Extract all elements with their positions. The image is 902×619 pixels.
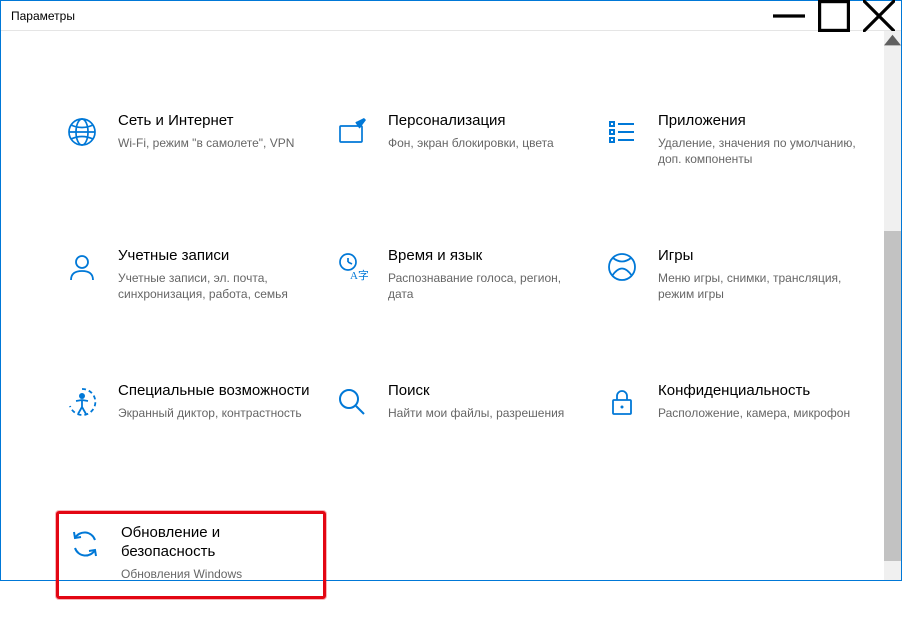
clock-language-icon: A字 bbox=[334, 249, 370, 285]
window-title: Параметры bbox=[11, 9, 75, 23]
tile-time-language[interactable]: A字 Время и язык Распознавание голоса, ре… bbox=[326, 241, 596, 321]
tile-desc: Распознавание голоса, регион, дата bbox=[388, 270, 586, 302]
tile-desc: Найти мои файлы, разрешения bbox=[388, 405, 586, 421]
sync-icon bbox=[67, 526, 103, 562]
tile-title: Обновление и безопасность bbox=[121, 524, 313, 562]
paint-icon bbox=[334, 114, 370, 150]
tile-desc: Меню игры, снимки, трансляция, режим игр… bbox=[658, 270, 856, 302]
tile-title: Приложения bbox=[658, 112, 856, 131]
lock-icon bbox=[604, 384, 640, 420]
tile-desc: Wi-Fi, режим "в самолете", VPN bbox=[118, 135, 316, 151]
tile-gaming[interactable]: Игры Меню игры, снимки, трансляция, режи… bbox=[596, 241, 866, 321]
tile-accounts[interactable]: Учетные записи Учетные записи, эл. почта… bbox=[56, 241, 326, 321]
accessibility-icon bbox=[64, 384, 100, 420]
tile-title: Поиск bbox=[388, 382, 586, 401]
xbox-icon bbox=[604, 249, 640, 285]
scrollbar[interactable] bbox=[884, 31, 901, 580]
svg-text:A字: A字 bbox=[350, 268, 368, 282]
list-icon bbox=[604, 114, 640, 150]
minimize-button[interactable] bbox=[766, 1, 811, 31]
tile-desc: Расположение, камера, микрофон bbox=[658, 405, 856, 421]
tile-title: Время и язык bbox=[388, 247, 586, 266]
tile-title: Специальные возможности bbox=[118, 382, 316, 401]
tile-desc: Фон, экран блокировки, цвета bbox=[388, 135, 586, 151]
tile-update-security[interactable]: Обновление и безопасность Обновления Win… bbox=[56, 511, 326, 599]
scroll-thumb[interactable] bbox=[884, 231, 901, 561]
globe-icon bbox=[64, 114, 100, 150]
window-controls bbox=[766, 1, 901, 30]
search-icon bbox=[334, 384, 370, 420]
tile-desc: Обновления Windows bbox=[121, 566, 313, 582]
tile-search[interactable]: Поиск Найти мои файлы, разрешения bbox=[326, 376, 596, 456]
tile-personalization[interactable]: Персонализация Фон, экран блокировки, цв… bbox=[326, 106, 596, 186]
content: Сеть и Интернет Wi-Fi, режим "в самолете… bbox=[1, 31, 901, 580]
tile-apps[interactable]: Приложения Удаление, значения по умолчан… bbox=[596, 106, 866, 186]
tile-desc: Экранный диктор, контрастность bbox=[118, 405, 316, 421]
person-icon bbox=[64, 249, 100, 285]
tile-title: Игры bbox=[658, 247, 856, 266]
tile-desc: Учетные записи, эл. почта, синхронизация… bbox=[118, 270, 316, 302]
tile-accessibility[interactable]: Специальные возможности Экранный диктор,… bbox=[56, 376, 326, 456]
tile-desc: Удаление, значения по умолчанию, доп. ко… bbox=[658, 135, 856, 167]
maximize-button[interactable] bbox=[811, 1, 856, 31]
tile-title: Сеть и Интернет bbox=[118, 112, 316, 131]
tile-title: Персонализация bbox=[388, 112, 586, 131]
titlebar: Параметры bbox=[1, 1, 901, 31]
tile-title: Учетные записи bbox=[118, 247, 316, 266]
tile-title: Конфиденциальность bbox=[658, 382, 856, 401]
scroll-up-icon[interactable] bbox=[884, 31, 901, 48]
settings-grid: Сеть и Интернет Wi-Fi, режим "в самолете… bbox=[1, 31, 901, 619]
tile-network[interactable]: Сеть и Интернет Wi-Fi, режим "в самолете… bbox=[56, 106, 326, 186]
tile-privacy[interactable]: Конфиденциальность Расположение, камера,… bbox=[596, 376, 866, 456]
